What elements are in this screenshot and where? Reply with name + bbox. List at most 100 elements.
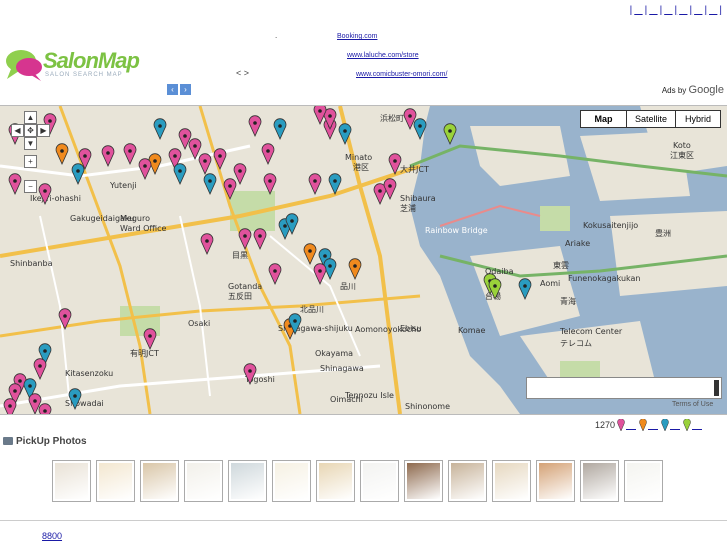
map-type-map-button[interactable]: Map [580,110,627,128]
pickup-thumbnail[interactable] [404,460,443,502]
pickup-thumbnail[interactable] [184,460,223,502]
map-pin-marker[interactable] [383,178,397,200]
map-pin-dot [183,134,187,138]
map-label: Shinagawa [320,364,364,373]
map-pin-marker[interactable] [303,243,317,265]
salon-photo [231,463,264,499]
map-pin-dot [8,404,12,408]
map-pin-marker[interactable] [308,173,322,195]
pickup-thumbnail[interactable] [448,460,487,502]
map-pin-dot [148,334,152,338]
pickup-thumbnail[interactable] [272,460,311,502]
footer-divider [0,520,727,521]
logo-tagline: SALON SEARCH MAP [45,72,123,78]
top-nav-link[interactable]: | [718,5,723,16]
pickup-thumbnail[interactable] [316,460,355,502]
map-pin-marker[interactable] [173,163,187,185]
pickup-thumbnail[interactable] [96,460,135,502]
map-pin-marker[interactable] [198,153,212,175]
pickup-thumbnail[interactable] [52,460,91,502]
pan-up-button[interactable]: ▲ [24,111,37,124]
ad-link[interactable]: www.comicbuster-omori.com/ [356,71,447,78]
pickup-thumbnail[interactable] [580,460,619,502]
map-pin-marker[interactable] [55,143,69,165]
map-pin-marker[interactable] [261,143,275,165]
map-pin-marker[interactable] [273,118,287,140]
map-pin-marker[interactable] [8,173,22,195]
map-pin-marker[interactable] [71,163,85,185]
top-nav-link[interactable] [708,5,718,16]
zoom-out-button[interactable]: − [24,180,37,193]
map-type-satellite-button[interactable]: Satellite [626,110,676,128]
footer-link[interactable]: 8800 [42,531,62,541]
map-type-hybrid-button[interactable]: Hybrid [675,110,721,128]
map-pin-dot [393,159,397,163]
pan-right-button[interactable]: ▶ [37,124,50,137]
ads-by-google[interactable]: Ads by Google [662,84,724,96]
top-nav-link[interactable] [648,5,658,16]
next-arrow-button[interactable]: › [180,84,191,95]
ad-link[interactable]: Booking.com [337,33,377,40]
map-label: Koto [673,141,691,150]
site-logo[interactable]: SalonMap SALON SEARCH MAP [5,45,153,83]
map-pin-marker[interactable] [348,258,362,280]
map-pin-marker[interactable] [200,233,214,255]
map-pin-marker[interactable] [253,228,267,250]
ad-link[interactable]: www.laluche.com/store [347,52,419,59]
top-nav: | | | | | | | [629,5,723,16]
pan-down-button[interactable]: ▼ [24,137,37,150]
map-pin-marker[interactable] [313,106,327,125]
map-pin-marker[interactable] [153,118,167,140]
map-pin-dot [273,269,277,273]
pan-center-button[interactable]: ✥ [24,124,37,137]
map-pin-marker[interactable] [233,163,247,185]
map-pin-dot [418,124,422,128]
overview-toggle[interactable] [714,380,719,396]
map-pin-marker[interactable] [101,145,115,167]
map-label: Ariake [565,239,590,248]
overview-map[interactable] [526,377,722,399]
logo-brand: SalonMap [43,48,140,73]
legend-link[interactable] [648,421,659,430]
map-canvas[interactable]: Minato 港区 Koto 江東区 Meguro Ward Office Sh… [0,105,727,415]
map-pin-marker[interactable] [238,228,252,250]
top-nav-link[interactable] [633,5,643,16]
ad-separator: . [275,31,278,40]
map-label: 有明JCT [130,348,159,358]
map-pin-marker[interactable] [268,263,282,285]
map-pin-marker[interactable] [203,173,217,195]
salon-photo [99,463,132,499]
top-nav-link[interactable] [663,5,673,16]
map-pin-dot [13,389,17,393]
map-label: Shinonome [405,402,450,411]
pickup-thumbnail[interactable] [140,460,179,502]
pickup-thumbnail[interactable] [228,460,267,502]
map-pin-dot [13,179,17,183]
pickup-thumbnail[interactable] [536,460,575,502]
map-pin-marker[interactable] [138,158,152,180]
map-pin-dot [388,184,392,188]
map-pin-marker[interactable] [123,143,137,165]
pickup-title: PickUp Photos [16,436,87,447]
pickup-thumbnail[interactable] [492,460,531,502]
map-pin-dot [60,149,64,153]
legend-link[interactable] [670,421,681,430]
ad-pager[interactable]: < > [236,68,249,78]
map-label: Osaki [188,319,210,328]
map-pin-marker[interactable] [263,173,277,195]
legend-link[interactable] [692,421,703,430]
map-pin-marker[interactable] [248,115,262,137]
map-pin-marker[interactable] [33,358,47,380]
top-nav-link[interactable] [693,5,703,16]
top-nav-link[interactable] [678,5,688,16]
prev-arrow-button[interactable]: ‹ [167,84,178,95]
pan-left-button[interactable]: ◀ [11,124,24,137]
map-pin-marker[interactable] [143,328,157,350]
map-pin-marker[interactable] [213,148,227,170]
pickup-thumbnail[interactable] [360,460,399,502]
pickup-thumbnail[interactable] [624,460,663,502]
zoom-in-button[interactable]: + [24,155,37,168]
legend-link[interactable] [626,421,637,430]
map-pin-dot [28,384,32,388]
terms-of-use-link[interactable]: Terms of Use [672,401,713,408]
